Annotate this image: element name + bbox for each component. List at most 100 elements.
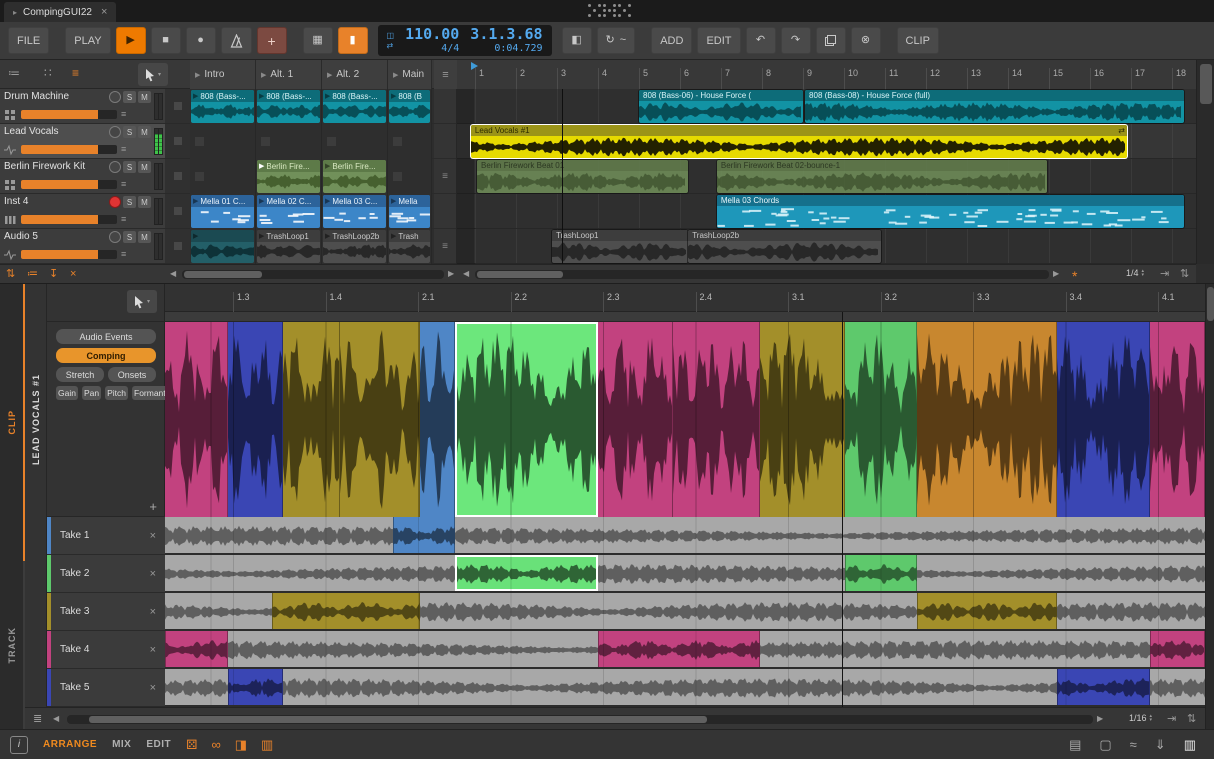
comp-segment[interactable] (228, 322, 283, 517)
scene-header-3[interactable]: ▶Alt. 2 (322, 60, 388, 89)
arranger-grid-setting[interactable]: 1/4 ▴▾ (1126, 268, 1144, 278)
launcher-clip[interactable]: ▶808 (Bass-... (257, 90, 320, 123)
editor-mode-comping[interactable]: Comping (56, 348, 156, 363)
clip-slot[interactable]: ▶Berlin Fire... (256, 159, 322, 194)
monitor-button[interactable] (109, 161, 121, 173)
tab-track[interactable]: TRACK (0, 561, 25, 730)
punch-button[interactable]: ◧ (562, 27, 592, 54)
sync-mode-icon[interactable]: ⇄ (387, 42, 395, 50)
scene-overflow-cell[interactable]: ≡ (434, 159, 456, 194)
editor-scroll-right-arrow[interactable]: ▶ (1097, 715, 1103, 723)
track-menu-icon[interactable]: ≡ (121, 215, 126, 224)
editor-mode-onsets[interactable]: Onsets (108, 367, 156, 382)
arranger-clip[interactable]: Berlin Firework Beat 01 (477, 160, 688, 193)
volume-slider[interactable] (21, 215, 117, 224)
take-label[interactable]: Take 4× (47, 631, 165, 669)
tab-menu-icon[interactable]: ▸ (13, 8, 17, 17)
editor-param-formant[interactable]: Formant (132, 386, 168, 400)
launcher-clip[interactable]: ▶Mella 02 C... (257, 195, 320, 228)
comp-segment[interactable] (845, 322, 917, 517)
clip-play-icon[interactable]: ▶ (259, 93, 264, 100)
clip-play-icon[interactable]: ▶ (193, 233, 198, 240)
undo-button[interactable]: ↶ (746, 27, 776, 54)
lane-layers-icon[interactable]: ≣ (33, 713, 42, 726)
record-button[interactable]: ● (186, 27, 216, 54)
take-segment[interactable] (1150, 631, 1205, 667)
mute-button[interactable]: M (138, 231, 151, 243)
arranger-clip[interactable]: Berlin Firework Beat 02-bounce-1 (717, 160, 1047, 193)
scene-play-icon[interactable]: ▶ (195, 71, 200, 79)
clip-slot[interactable] (190, 159, 256, 194)
layout-icon[interactable]: ▥ (1184, 738, 1196, 751)
panel-icon[interactable]: ◨ (235, 738, 247, 751)
track-header-4[interactable]: Inst 4SM≡ (0, 194, 165, 229)
grid-columns-icon[interactable]: ▥ (261, 738, 273, 751)
editor-grid-setting[interactable]: 1/16 ▴▾ (1129, 713, 1152, 723)
arranger-scroll-right-arrow[interactable]: ▶ (1053, 270, 1059, 278)
clip-play-icon[interactable]: ▶ (325, 198, 330, 205)
launcher-clip[interactable]: ▶808 (Bass-... (323, 90, 386, 123)
take-lane[interactable] (165, 669, 1205, 707)
clip-play-icon[interactable]: ▶ (325, 233, 330, 240)
track-menu-icon[interactable]: ≡ (121, 250, 126, 259)
cancel-button[interactable]: ⊗ (851, 27, 881, 54)
scroll-thumb[interactable] (477, 271, 563, 278)
redo-button[interactable]: ↷ (781, 27, 811, 54)
clip-play-icon[interactable]: ▶ (259, 233, 264, 240)
scene-play-icon[interactable]: ▶ (261, 71, 266, 79)
clip-play-icon[interactable]: ▶ (325, 93, 330, 100)
take-segment[interactable] (228, 669, 283, 705)
package-icon[interactable]: ▤ (1069, 738, 1081, 751)
clip-stop-button[interactable] (165, 159, 190, 194)
clip-slot[interactable]: ▶Trash (388, 229, 432, 264)
take-segment[interactable] (845, 555, 917, 591)
overdub-plus-button[interactable]: + (257, 27, 287, 54)
clip-slot[interactable]: ▶808 (B (388, 89, 432, 124)
clip-slot[interactable]: ▶Mella 02 C... (256, 194, 322, 229)
clip-slot[interactable]: ▶808 (Bass-... (256, 89, 322, 124)
arranger-clip[interactable]: TrashLoop1 (552, 230, 688, 263)
take-label[interactable]: Take 5× (47, 669, 165, 707)
clip-slot[interactable]: ▶Mella (388, 194, 432, 229)
metronome-button[interactable] (221, 27, 252, 54)
monitor-button[interactable] (109, 231, 121, 243)
scroll-thumb[interactable] (1207, 287, 1214, 321)
position-time[interactable]: 0:04.729 (494, 44, 542, 54)
download-icon[interactable]: ⇓ (1155, 738, 1166, 751)
time-signature[interactable]: 4/4 (441, 44, 459, 54)
scene-play-icon[interactable]: ▶ (393, 71, 398, 79)
comp-segment[interactable] (760, 322, 845, 517)
clip-slot[interactable] (190, 124, 256, 159)
editor-cursor-tool-button[interactable]: ▾ (127, 290, 157, 313)
solo-button[interactable]: S (123, 196, 136, 208)
clip-menu-button[interactable]: CLIP (897, 27, 939, 54)
take-lane[interactable] (165, 555, 1205, 593)
comp-segment[interactable] (917, 322, 1057, 517)
track-header-1[interactable]: Drum MachineSM≡ (0, 89, 165, 124)
view-arranger-icon[interactable]: ≡ (72, 67, 79, 79)
launcher-clip[interactable]: ▶Mella (389, 195, 430, 228)
take-segment[interactable] (272, 593, 420, 629)
clip-stop-button[interactable] (165, 194, 190, 229)
editor-loop-strip[interactable] (165, 312, 1205, 322)
record-arm-button[interactable] (109, 196, 121, 208)
comp-segment[interactable] (165, 322, 228, 517)
take-lane[interactable] (165, 593, 1205, 631)
tempo-tap-icon[interactable]: ◫ (387, 32, 395, 40)
tab-close-icon[interactable]: × (101, 6, 107, 18)
take-label[interactable]: Take 3× (47, 593, 165, 631)
scene-header-1[interactable]: ▶Intro (190, 60, 256, 89)
launcher-clip[interactable]: ▶Trash (389, 230, 430, 263)
stop-button[interactable]: ■ (151, 27, 181, 54)
tab-clip[interactable]: CLIP (0, 284, 25, 561)
editor-ruler[interactable]: 1.31.42.12.22.32.43.13.23.33.44.1 (165, 284, 1205, 312)
add-button[interactable]: ADD (651, 27, 692, 54)
clip-play-icon[interactable]: ▶ (259, 198, 264, 205)
comp-segment[interactable] (673, 322, 760, 517)
clip-play-icon[interactable]: ▶ (391, 93, 396, 100)
launcher-clip[interactable]: ▶ (191, 230, 254, 263)
loop-button[interactable]: ↻ ~ (597, 27, 636, 54)
scroll-follow-icon[interactable]: ↧ (49, 268, 58, 281)
edit-menu-button[interactable]: EDIT (697, 27, 740, 54)
mute-button[interactable]: M (138, 196, 151, 208)
